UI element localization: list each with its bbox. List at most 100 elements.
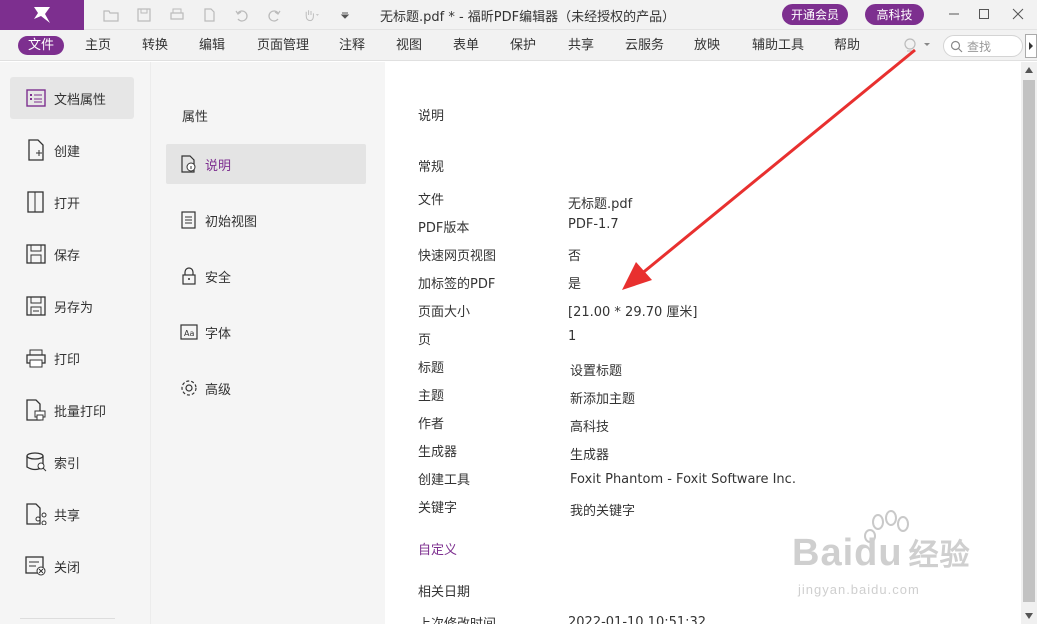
save-as-icon [18,296,54,316]
nav-label: 创建 [54,144,81,160]
vertical-scrollbar[interactable] [1021,62,1037,624]
share-document-icon [18,503,54,525]
index-database-icon [18,452,54,472]
field-key-file: 文件 [418,193,445,208]
nav-label: 打开 [54,196,81,212]
property-advanced[interactable]: 高级 [166,368,366,408]
menu-page-management[interactable]: 页面管理 [257,37,309,55]
vip-button[interactable]: 开通会员 [782,4,848,25]
open-folder-icon[interactable] [100,5,122,25]
menu-help[interactable]: 帮助 [834,37,860,55]
menu-accessibility-tools[interactable]: 辅助工具 [752,37,804,55]
menu-bar: 文件 主页 转换 编辑 页面管理 注释 视图 表单 保护 共享 云服务 放映 辅… [0,30,1037,61]
properties-heading: 属性 [182,110,209,125]
hand-tool-icon[interactable] [298,5,324,25]
nav-batch-print[interactable]: 批量打印 [10,389,134,431]
initial-view-icon [178,211,200,229]
field-value-author[interactable]: 高科技 [570,416,609,435]
nav-print[interactable]: 打印 [10,337,134,379]
field-value-title[interactable]: 设置标题 [570,360,622,379]
description-icon [178,155,200,173]
scrollbar-thumb[interactable] [1023,80,1035,602]
close-document-icon [18,556,54,576]
new-document-icon[interactable] [198,5,220,25]
nav-save[interactable]: 保存 [10,233,134,275]
field-value-pages: 1 [568,329,577,344]
nav-share[interactable]: 共享 [10,493,134,535]
field-value-creator[interactable]: Foxit Phantom - Foxit Software Inc. [570,472,796,487]
field-value-last-modified: 2022-01-10 10:51:32 [568,615,707,624]
custom-properties-link[interactable]: 自定义 [418,539,457,558]
nav-document-properties[interactable]: 文档属性 [10,77,134,119]
field-key-creator: 创建工具 [418,473,471,488]
property-security[interactable]: 安全 [166,256,366,296]
save-icon[interactable] [133,5,155,25]
field-key-pdf-version: PDF版本 [418,221,470,236]
nav-label: 共享 [54,508,81,524]
search-input[interactable]: 查找 [943,35,1023,57]
watermark-brand-2: du [854,532,903,574]
document-properties-icon [18,89,54,107]
field-key-title: 标题 [418,361,445,376]
field-key-pages: 页 [418,333,432,348]
menu-protect[interactable]: 保护 [510,37,536,55]
menu-file[interactable]: 文件 [18,36,65,55]
undo-icon[interactable] [231,5,253,25]
nav-label: 保存 [54,248,81,264]
field-key-keywords: 关键字 [418,501,458,516]
nav-close[interactable]: 关闭 [10,545,134,587]
maximize-icon[interactable] [972,3,996,25]
property-label: 高级 [205,382,232,398]
menu-slideshow[interactable]: 放映 [694,37,720,55]
menu-home[interactable]: 主页 [85,37,111,55]
menu-edit[interactable]: 编辑 [199,37,225,55]
nav-divider [20,618,115,619]
menu-cloud-services[interactable]: 云服务 [625,37,664,55]
print-icon[interactable] [166,5,188,25]
minimize-icon[interactable] [942,3,966,25]
foxit-logo-icon [34,7,50,23]
property-label: 初始视图 [205,214,258,230]
title-bar: 无标题.pdf * - 福昕PDF编辑器（未经授权的产品） 开通会员 高科技 [0,0,1037,30]
user-account-button[interactable]: 高科技 [865,4,924,25]
search-icon [950,40,963,52]
property-description[interactable]: 说明 [166,144,366,184]
backstage-nav: 文档属性 创建 打开 保存 另存为 打印 批量打印 索引 共享 关闭 [0,62,150,624]
lightbulb-tip-icon[interactable] [900,36,932,54]
scroll-up-icon[interactable] [1024,65,1034,75]
nav-label: 批量打印 [54,404,107,420]
nav-create[interactable]: 创建 [10,129,134,171]
menu-view[interactable]: 视图 [396,37,422,55]
property-label: 安全 [205,270,232,286]
chevron-right-icon [1029,42,1033,50]
nav-open[interactable]: 打开 [10,181,134,223]
customize-toolbar-icon[interactable] [334,5,356,25]
scroll-down-icon[interactable] [1024,611,1034,621]
field-key-author: 作者 [418,417,445,432]
redo-icon[interactable] [263,5,285,25]
properties-pane: 属性 说明 初始视图 安全 Aa 字体 高级 [150,62,385,624]
property-fonts[interactable]: Aa 字体 [166,312,366,352]
nav-save-as[interactable]: 另存为 [10,285,134,327]
field-value-subject[interactable]: 新添加主题 [570,388,635,407]
field-value-producer[interactable]: 生成器 [570,444,609,463]
ribbon-expand-button[interactable] [1025,34,1037,58]
menu-share[interactable]: 共享 [568,37,594,55]
field-key-producer: 生成器 [418,445,458,460]
property-initial-view[interactable]: 初始视图 [166,200,366,240]
menu-form[interactable]: 表单 [453,37,479,55]
lock-icon [178,267,200,285]
nav-index[interactable]: 索引 [10,441,134,483]
baidu-watermark: Baidu 经验 jingyan.baidu.com [790,510,1015,610]
dates-heading: 相关日期 [418,585,471,600]
menu-convert[interactable]: 转换 [142,37,168,55]
field-key-page-size: 页面大小 [418,305,471,320]
field-value-keywords[interactable]: 我的关键字 [570,500,635,519]
watermark-brand: Bai [792,532,855,574]
app-logo [0,0,84,30]
nav-label: 打印 [54,352,81,368]
close-window-icon[interactable] [1006,3,1030,25]
menu-comment[interactable]: 注释 [339,37,365,55]
open-document-icon [18,191,54,213]
font-icon: Aa [178,323,200,341]
